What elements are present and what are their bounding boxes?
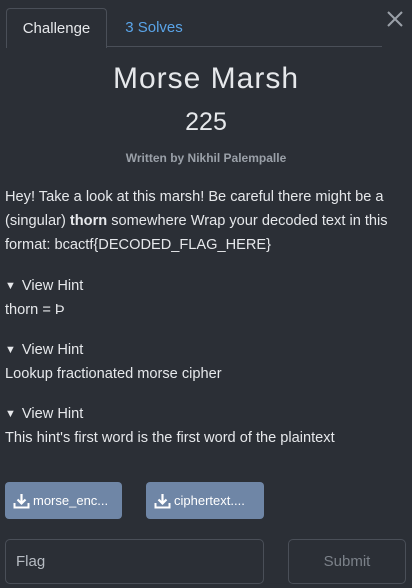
challenge-author: Written by Nikhil Palempalle — [125, 151, 287, 165]
hint-2: ▼ View Hint Lookup fractionated morse ci… — [5, 340, 405, 384]
caret-down-icon: ▼ — [5, 280, 16, 292]
hint-3-toggle[interactable]: ▼ View Hint — [5, 404, 405, 424]
hint-1-toggle[interactable]: ▼ View Hint — [5, 276, 405, 296]
file-download-morse-enc[interactable]: morse_enc... — [5, 482, 122, 519]
hint-1: ▼ View Hint thorn = Þ — [5, 276, 405, 320]
challenge-title: Morse Marsh — [112, 62, 300, 95]
download-icon — [13, 493, 30, 509]
tab-solves[interactable]: 3 Solves — [116, 8, 192, 47]
hint-3-toggle-label: View Hint — [21, 406, 84, 422]
hint-2-toggle[interactable]: ▼ View Hint — [5, 340, 405, 360]
download-icon — [154, 493, 171, 509]
submit-button[interactable]: Submit — [288, 539, 406, 584]
hint-1-toggle-label: View Hint — [21, 278, 84, 294]
caret-down-icon: ▼ — [5, 408, 16, 420]
hint-2-text: Lookup fractionated morse cipher — [5, 366, 222, 382]
challenge-description: Hey! Take a look at this marsh! Be caref… — [5, 185, 410, 257]
flag-input[interactable] — [5, 539, 264, 584]
tab-challenge[interactable]: Challenge — [6, 8, 107, 48]
caret-down-icon: ▼ — [5, 344, 16, 356]
file-list: morse_enc... ciphertext.... — [5, 482, 405, 519]
hint-2-toggle-label: View Hint — [21, 342, 84, 358]
challenge-points: 225 — [185, 108, 227, 136]
flag-form: Submit — [5, 539, 407, 584]
description-bold-word: thorn — [69, 213, 108, 229]
hint-3-text: This hint's first word is the first word… — [5, 430, 335, 446]
tab-bar: Challenge 3 Solves — [6, 8, 382, 48]
close-button[interactable] — [384, 8, 406, 30]
hint-3: ▼ View Hint This hint's first word is th… — [5, 404, 405, 448]
hint-1-text: thorn = Þ — [5, 302, 65, 318]
file-1-label: morse_enc... — [33, 493, 109, 508]
close-icon — [387, 11, 403, 27]
file-2-label: ciphertext.... — [174, 493, 245, 508]
file-download-ciphertext[interactable]: ciphertext.... — [146, 482, 264, 519]
